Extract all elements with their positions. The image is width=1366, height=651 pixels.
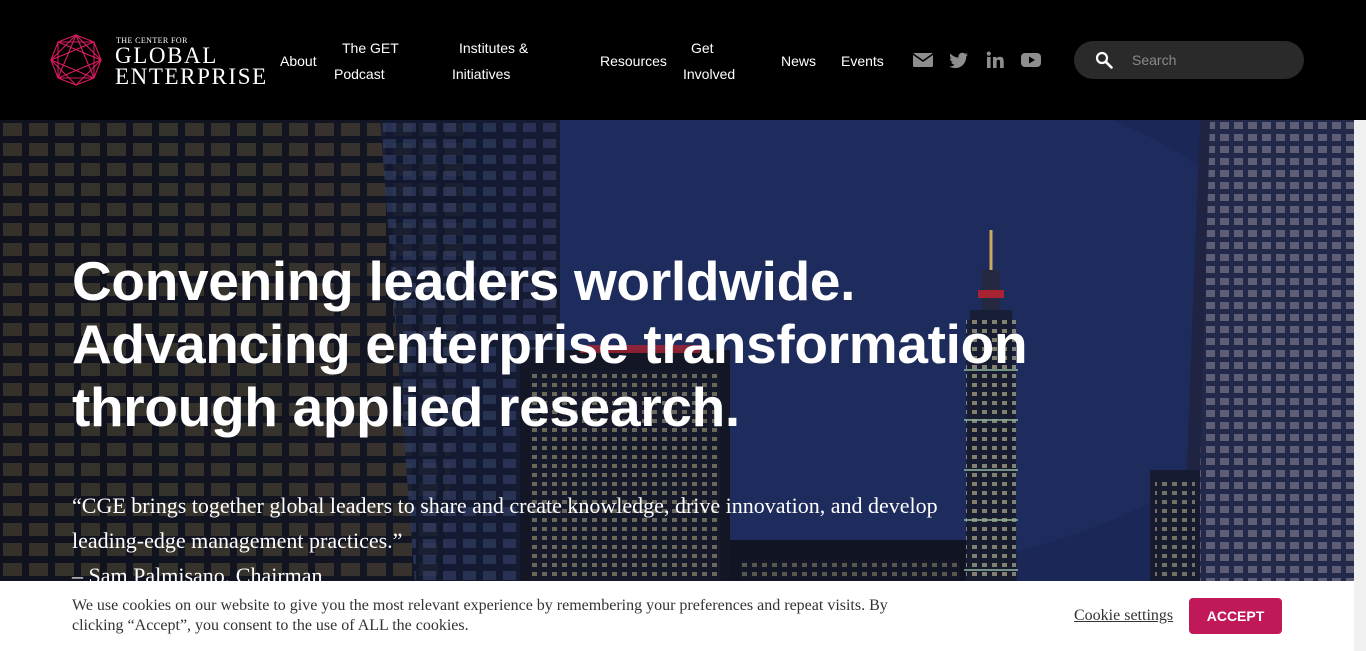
nav-about[interactable]: About	[280, 48, 317, 74]
logo-text-enterprise: ENTERPRISE	[115, 64, 268, 89]
logo-mark-icon	[50, 34, 102, 86]
linkedin-icon[interactable]	[984, 50, 1006, 70]
cookie-settings-link[interactable]: Cookie settings	[1074, 607, 1173, 625]
nav-podcast[interactable]: The GET Podcast	[334, 35, 399, 87]
hero-heading-line-2: Advancing enterprise transformation	[72, 313, 1028, 375]
hero-quote: “CGE brings together global leaders to s…	[72, 493, 938, 553]
nav-events[interactable]: Events	[841, 48, 884, 74]
hero-heading-line-1: Convening leaders worldwide.	[72, 250, 856, 312]
hero-section: Convening leaders worldwide. Advancing e…	[0, 120, 1354, 651]
hero-heading: Convening leaders worldwide. Advancing e…	[72, 250, 1072, 439]
nav-podcast-line2: Podcast	[334, 66, 385, 82]
nav-institutes[interactable]: Institutes & Initiatives	[452, 35, 528, 87]
youtube-icon[interactable]	[1020, 50, 1042, 70]
twitter-icon[interactable]	[948, 50, 970, 70]
nav-get-involved[interactable]: Get Involved	[683, 35, 735, 87]
search-icon[interactable]	[1095, 51, 1113, 69]
nav-institutes-line2: Initiatives	[452, 66, 511, 82]
accept-cookies-button[interactable]: ACCEPT	[1189, 598, 1282, 634]
nav-resources[interactable]: Resources	[600, 48, 667, 74]
search-bar[interactable]	[1074, 41, 1304, 79]
site-logo[interactable]: THE CENTER FOR GLOBAL ENTERPRISE	[50, 34, 270, 88]
cookie-consent-bar: We use cookies on our website to give yo…	[0, 581, 1354, 651]
hero-heading-line-3: through applied research.	[72, 376, 740, 438]
nav-news[interactable]: News	[781, 48, 816, 74]
nav-get-involved-line1: Get	[691, 40, 714, 56]
cookie-message: We use cookies on our website to give yo…	[72, 597, 888, 634]
nav-institutes-line1: Institutes &	[459, 40, 529, 56]
nav-get-involved-line2: Involved	[683, 66, 736, 82]
email-icon[interactable]	[912, 50, 934, 70]
page-scrollbar[interactable]	[1354, 120, 1366, 651]
nav-podcast-line1: The GET	[342, 40, 399, 56]
site-header: THE CENTER FOR GLOBAL ENTERPRISE About T…	[0, 0, 1366, 120]
search-input[interactable]	[1132, 41, 1292, 79]
